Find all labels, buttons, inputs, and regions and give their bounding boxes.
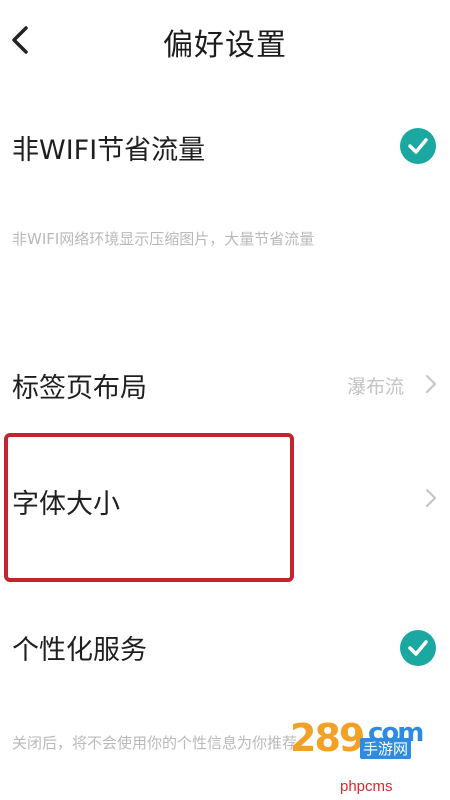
- watermark-logo: 289 com 手游网 phpcms: [288, 716, 438, 800]
- setting-font-size[interactable]: 字体大小: [0, 468, 450, 532]
- setting-personalized-label: 个性化服务: [12, 635, 147, 666]
- check-icon: [408, 138, 428, 154]
- setting-personalized[interactable]: 个性化服务: [0, 612, 450, 682]
- setting-wifi-saving-description: 非WIFI网络环境显示压缩图片，大量节省流量: [12, 230, 315, 248]
- setting-tab-layout[interactable]: 标签页布局 瀑布流: [0, 352, 450, 416]
- wifi-saving-toggle[interactable]: [400, 128, 436, 164]
- check-icon: [408, 640, 428, 656]
- chevron-right-icon: [426, 375, 436, 393]
- setting-tab-layout-value: 瀑布流: [346, 376, 404, 398]
- chevron-right-icon: [426, 489, 436, 507]
- setting-wifi-saving-label: 非WIFI节省流量: [12, 135, 206, 166]
- setting-wifi-saving[interactable]: 非WIFI节省流量: [0, 110, 450, 180]
- watermark-url: phpcms: [340, 778, 393, 795]
- page-title: 偏好设置: [163, 28, 287, 63]
- setting-tab-layout-label: 标签页布局: [12, 373, 147, 404]
- watermark-sub: 手游网: [360, 738, 412, 759]
- watermark-brand: 289: [290, 716, 365, 760]
- setting-font-size-label: 字体大小: [12, 489, 120, 520]
- header-bar: 偏好设置: [0, 0, 450, 82]
- personalized-toggle[interactable]: [400, 630, 436, 666]
- setting-personalized-description: 关闭后，将不会使用你的个性信息为你推荐: [12, 734, 298, 752]
